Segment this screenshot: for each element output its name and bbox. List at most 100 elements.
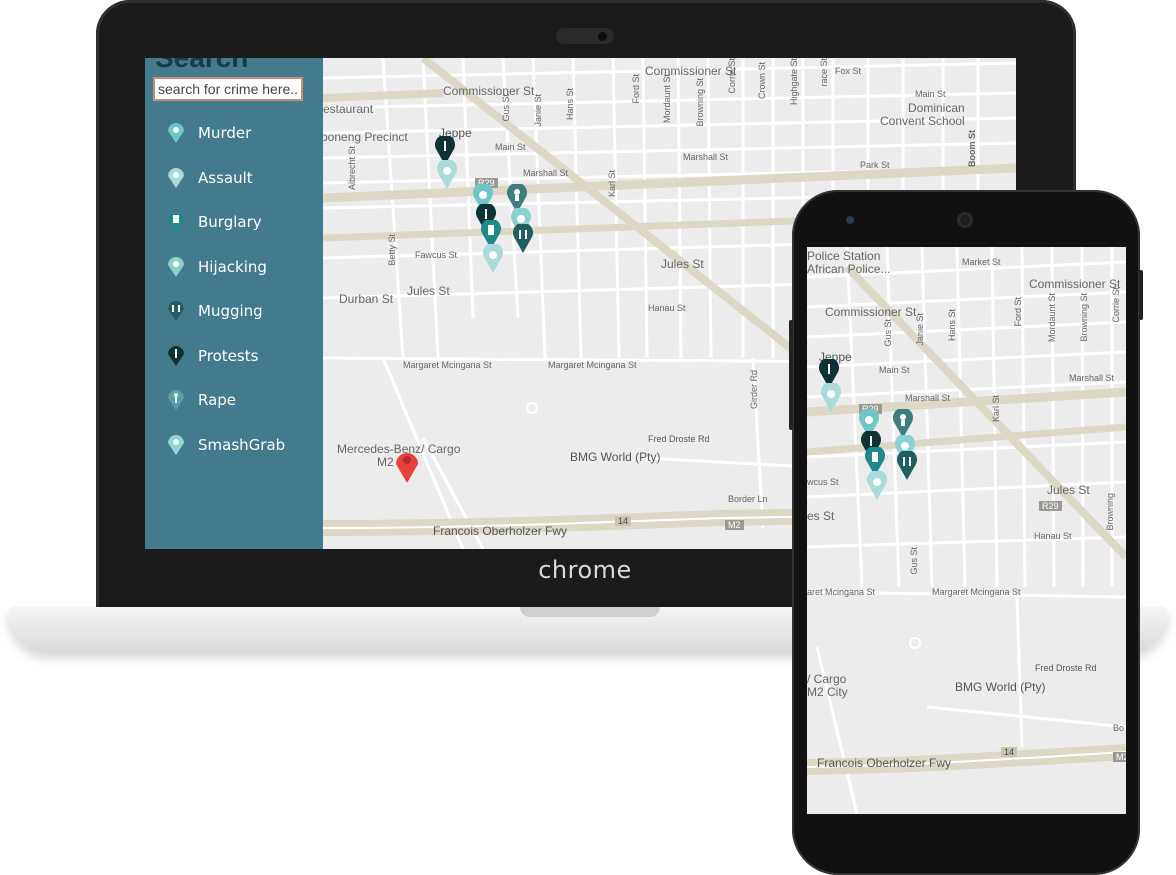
poi-label: African Police...: [807, 262, 891, 276]
street-label: Main St: [879, 365, 910, 375]
street-label: Hanau St: [1034, 531, 1072, 541]
street-label: Betty St: [387, 234, 397, 266]
highway-label: Francois Oberholzer Fwy: [817, 756, 952, 770]
street-label: Fox St: [835, 66, 862, 76]
street-label: Commissioner St: [825, 305, 917, 319]
street-label: Main St: [915, 89, 946, 99]
street-label: Market St: [962, 257, 1001, 267]
category-smashgrab[interactable]: SmashGrab: [165, 432, 315, 458]
street-label: wcus St: [807, 477, 839, 487]
route-shield: M2: [725, 520, 744, 530]
mugging-marker-icon[interactable]: [895, 451, 919, 481]
category-mugging[interactable]: Mugging: [165, 298, 315, 324]
street-label: Fawcus St: [415, 250, 458, 260]
street-label: Ford St: [1013, 297, 1023, 327]
street-label: Ford St: [631, 74, 641, 104]
category-label: Burglary: [198, 213, 262, 231]
street-label: Janie St: [915, 313, 925, 346]
smashgrab-icon: [168, 435, 184, 455]
street-label: Fred Droste Rd: [648, 434, 710, 444]
phone-camera-icon: [846, 216, 854, 224]
street-label: Border Ln: [728, 494, 768, 504]
street-label: Margaret Mcingana St: [932, 587, 1021, 597]
category-hijacking[interactable]: Hijacking: [165, 254, 315, 280]
street-label: Park St: [860, 160, 890, 170]
laptop-camera-icon: [598, 32, 607, 41]
street-label: Marshall St: [1069, 373, 1115, 383]
street-label: Bo: [1113, 723, 1125, 733]
phone-side-button: [789, 320, 793, 430]
street-label: aret Mcingana St: [807, 587, 876, 597]
poi-label: Dominican: [908, 101, 965, 115]
street-label: Boom St: [967, 130, 977, 167]
street-label: Margaret Mcingana St: [403, 360, 492, 370]
street-label: Gus St: [909, 547, 919, 575]
street-label: Gus St: [501, 94, 511, 122]
street-label: Commissioner St: [1029, 277, 1121, 291]
poi-label: poneng Precinct: [323, 130, 408, 144]
category-murder[interactable]: Murder: [165, 120, 315, 146]
assault-marker-icon[interactable]: [481, 244, 505, 274]
street-label: Corrie St: [727, 58, 737, 94]
category-label: Assault: [198, 169, 253, 187]
street-label: Crown St: [757, 62, 767, 100]
assault-icon: [168, 168, 184, 188]
assault-marker-icon[interactable]: [865, 471, 889, 501]
street-label: Mordaunt St: [1047, 293, 1057, 343]
assault-marker-icon[interactable]: [819, 383, 843, 413]
street-label: Browning St: [1079, 293, 1089, 342]
highway-label: Francois Oberholzer Fwy: [433, 524, 568, 538]
category-burglary[interactable]: Burglary: [165, 209, 315, 235]
street-label: Browning: [1105, 493, 1115, 531]
category-label: Mugging: [198, 302, 263, 320]
street-label: Margaret Mcingana St: [548, 360, 637, 370]
street-label: Karl St: [607, 170, 617, 198]
category-rape[interactable]: Rape: [165, 387, 315, 413]
category-label: Murder: [198, 124, 252, 142]
murder-icon: [168, 123, 184, 143]
category-label: Hijacking: [198, 258, 267, 276]
poi-label: M2 City: [807, 685, 848, 699]
phone-map[interactable]: Police Station African Police... Market …: [807, 247, 1126, 814]
category-assault[interactable]: Assault: [165, 165, 315, 191]
category-label: Protests: [198, 347, 259, 365]
mugging-icon: [168, 301, 184, 321]
street-label: Girder Rd: [749, 370, 759, 410]
street-label: Marshall St: [523, 168, 569, 178]
category-protests[interactable]: Protests: [165, 343, 315, 369]
category-label: Rape: [198, 391, 237, 409]
poi-label: estaurant: [323, 102, 374, 116]
phone-speaker-icon: [957, 212, 973, 228]
street-label: Albrecht St: [347, 146, 357, 191]
street-label: Jules St: [661, 257, 704, 271]
street-label: Browning St: [695, 78, 705, 127]
crime-search-input[interactable]: [153, 77, 303, 101]
street-label: Hans St: [947, 309, 957, 342]
street-label: Corrie St: [1111, 287, 1121, 323]
street-label: Main St: [495, 142, 526, 152]
poi-label: BMG World (Pty): [955, 680, 1046, 694]
assault-marker-icon[interactable]: [435, 160, 459, 190]
street-label: Commissioner St: [645, 64, 737, 78]
mugging-marker-icon[interactable]: [511, 224, 535, 254]
poi-label: Convent School: [880, 114, 965, 128]
route-shield: M2: [1113, 752, 1126, 762]
category-label: SmashGrab: [198, 436, 286, 454]
street-label: Jules St: [1047, 483, 1090, 497]
route-shield: 14: [615, 516, 632, 526]
street-label: Gus St: [883, 319, 893, 347]
street-label: Jules St: [407, 284, 450, 298]
street-label: Durban St: [339, 292, 394, 306]
burglary-icon: [168, 212, 184, 232]
street-label: Janie St: [533, 94, 543, 127]
poi-label: / Cargo: [807, 672, 847, 686]
street-label: Karl St: [991, 395, 1001, 423]
poi-label: Police Station: [807, 249, 881, 263]
street-label: Marshall St: [683, 152, 729, 162]
sidebar-title: Search: [155, 58, 248, 74]
location-pin-icon[interactable]: [393, 448, 421, 484]
street-label: Mordaunt St: [662, 74, 672, 124]
protests-icon: [168, 346, 184, 366]
crime-sidebar: Search Murder Assault Burglary Hijacking…: [145, 58, 323, 549]
street-label: Highgate St: [789, 58, 799, 106]
